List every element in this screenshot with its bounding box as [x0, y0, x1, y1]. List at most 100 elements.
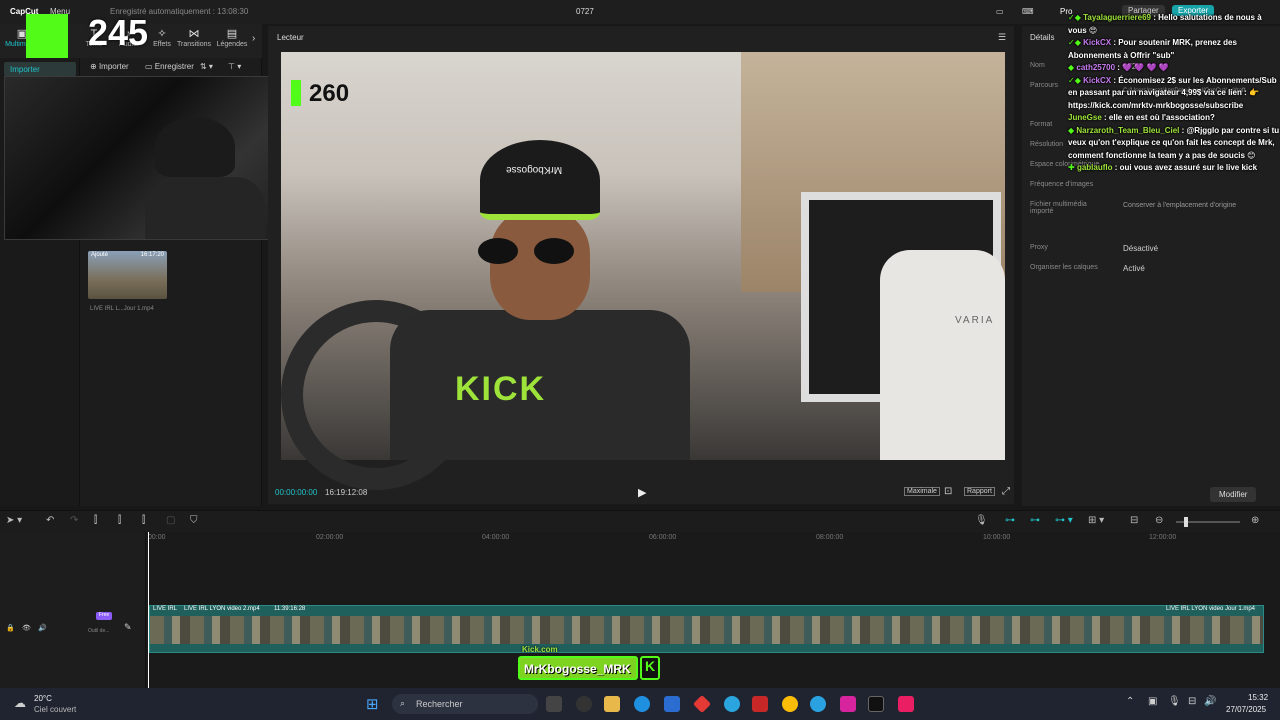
app-red-icon[interactable]	[692, 694, 712, 714]
split-right-icon[interactable]: ⫿	[142, 515, 145, 526]
windows-start-icon[interactable]: ⊞	[366, 695, 379, 713]
redo-icon[interactable]: ↷	[70, 515, 78, 526]
search-box[interactable]: ⌕ Rechercher	[392, 694, 538, 714]
kick-logo-icon	[26, 14, 68, 58]
detail-value-layers[interactable]: Activé	[1123, 264, 1145, 273]
sunglasses-right	[534, 238, 574, 264]
select-tool-icon[interactable]: ➤ ▾	[6, 515, 22, 526]
ruler-tick: 08:00:00	[816, 534, 844, 541]
zoom-in-icon[interactable]: ⊕	[1251, 515, 1259, 526]
track-audio-icon[interactable]: 🔊	[38, 624, 47, 632]
track-lock-icon[interactable]: 🔒	[6, 624, 15, 632]
network-icon[interactable]: ⊟	[1188, 696, 1196, 707]
timeline-ruler[interactable]: 00:00 02:00:00 04:00:00 06:00:00 08:00:0…	[148, 534, 1280, 544]
align-icon[interactable]: ⊞ ▾	[1088, 515, 1104, 526]
detail-label-resolution: Résolution	[1030, 141, 1064, 148]
fit-button[interactable]: Maximale	[904, 487, 940, 496]
obs-icon[interactable]	[576, 696, 592, 712]
clock-time[interactable]: 15:32	[1248, 693, 1268, 702]
passenger-seat	[880, 250, 1005, 460]
task-view-icon[interactable]	[546, 696, 562, 712]
record-button[interactable]: ▭ Enregistrer	[145, 62, 194, 71]
weather-desc[interactable]: Ciel couvert	[34, 705, 76, 714]
fullscreen-icon[interactable]: ⤢	[1002, 486, 1010, 497]
chat-message: JuneGse : elle en est où l'association?	[1068, 113, 1215, 122]
import-tab[interactable]: Importer	[4, 62, 76, 76]
chat-message: ✓◆ KickCX : Économisez 2$ sur les Abonne…	[1068, 75, 1277, 110]
split-left-icon[interactable]: ⫿	[118, 515, 121, 526]
sort-icon[interactable]: ⇅ ▾	[200, 62, 213, 71]
fit-timeline-icon[interactable]: ⊟	[1130, 515, 1138, 526]
tray-chevron-icon[interactable]: ⌃	[1126, 696, 1134, 707]
modify-button[interactable]: Modifier	[1210, 487, 1257, 502]
file-explorer-icon[interactable]	[604, 696, 620, 712]
link-main-icon[interactable]: ⊶	[1005, 515, 1015, 526]
telegram-icon[interactable]	[810, 696, 826, 712]
delete-icon[interactable]: ▢	[166, 515, 175, 526]
webcam-overlay	[4, 76, 292, 240]
capcut-icon[interactable]	[868, 696, 884, 712]
detail-label-format: Format	[1030, 121, 1053, 128]
link-snap-icon[interactable]: ⊶	[1030, 515, 1040, 526]
tiktok-icon[interactable]	[898, 696, 914, 712]
edge-icon[interactable]	[634, 696, 650, 712]
player-menu-icon[interactable]: ☰	[998, 32, 1006, 43]
timeline-toolbar: ➤ ▾ ↶ ↷ ⫿ ⫿ ⫿ ▢ ⛉ 🎙 ⊶ ⊶ ⊶ ▾ ⊞ ▾ ⊟ ⊖ ⊕	[0, 510, 1280, 532]
taskbar: ☁ 20°C Ciel couvert ⊞ ⌕ Rechercher ⌃ ▣ 🎙…	[0, 688, 1280, 720]
layout-icon[interactable]: ▭	[996, 7, 1004, 16]
detail-label-name: Nom	[1030, 62, 1045, 69]
tray-app-icon[interactable]: ▣	[1148, 696, 1157, 707]
instagram-icon[interactable]	[840, 696, 856, 712]
webcam-streamer	[155, 117, 235, 177]
video-kick-icon	[291, 80, 301, 106]
chat-message: ◆ cath25700 : 💜 💜 💜 💜	[1068, 63, 1169, 72]
crop-icon[interactable]: ⊡	[944, 486, 952, 497]
ruler-tick: 00:00	[148, 534, 166, 541]
track-thumbnails	[150, 616, 1263, 644]
shortcuts-icon[interactable]: ⌨	[1022, 7, 1034, 16]
detail-value-proxy[interactable]: Désactivé	[1123, 244, 1158, 253]
microphone-icon[interactable]: 🎙	[975, 515, 988, 526]
clock-date[interactable]: 27/07/2025	[1226, 705, 1266, 714]
import-button[interactable]: ⊕ Importer	[90, 62, 129, 71]
ratio-button[interactable]: Rapport	[964, 487, 995, 496]
filter-icon[interactable]: ⊤ ▾	[228, 62, 241, 71]
track-label: LIVE IRL LYON video 2.mp4	[184, 606, 260, 612]
zoom-slider[interactable]	[1176, 517, 1240, 527]
playhead[interactable]	[148, 532, 149, 688]
link-preview-icon[interactable]: ⊶ ▾	[1055, 515, 1073, 526]
marker-icon[interactable]: ⛉	[190, 515, 198, 526]
search-placeholder: Rechercher	[416, 699, 463, 709]
chrome-icon[interactable]	[782, 696, 798, 712]
ruler-tick: 12:00:00	[1149, 534, 1177, 541]
app-blue-icon[interactable]	[724, 696, 740, 712]
zoom-out-icon[interactable]: ⊖	[1155, 515, 1163, 526]
volume-icon[interactable]: 🔊	[1204, 696, 1216, 707]
chat-message: ✓◆ KickCX : Pour soutenir MRK, prenez de…	[1068, 38, 1237, 60]
import-icon: ⊕	[90, 62, 97, 71]
track-visibility-icon[interactable]: 👁	[22, 624, 31, 632]
tools-more-icon[interactable]: ›	[252, 33, 255, 44]
edit-cover-icon[interactable]: ✎	[124, 622, 132, 633]
undo-icon[interactable]: ↶	[46, 515, 54, 526]
channel-name: MrKbogosse_MRK	[524, 662, 631, 676]
weather-temp[interactable]: 20°C	[34, 694, 52, 703]
cover-label[interactable]: Outil de...	[88, 628, 109, 634]
details-title: Détails	[1030, 33, 1055, 42]
badge-icon: ✓◆	[1068, 75, 1084, 85]
chat-message: ✚ gablauflo : oui vous avez assuré sur l…	[1068, 163, 1258, 172]
media-clip-thumbnail[interactable]: Ajouté 16:17:20	[88, 251, 167, 299]
play-icon[interactable]: ▶	[638, 486, 646, 499]
zoom-slider-handle[interactable]	[1184, 517, 1188, 527]
record-icon: ▭	[145, 62, 153, 71]
tool-captions[interactable]: ▤ Légendes	[210, 28, 254, 56]
split-icon[interactable]: ⫿	[94, 515, 97, 526]
chat-message: ◆ Narzaroth_Team_Bleu_Ciel : @Rjgglo par…	[1068, 125, 1280, 160]
channel-site: Kick.com	[522, 645, 558, 654]
captions-icon: ▤	[226, 28, 238, 40]
tray-mic-icon[interactable]: 🎙	[1168, 696, 1181, 707]
sunglasses-left	[478, 238, 518, 264]
store-icon[interactable]	[664, 696, 680, 712]
app-shield-icon[interactable]	[752, 696, 768, 712]
video-viewer-count: 260	[309, 80, 350, 107]
